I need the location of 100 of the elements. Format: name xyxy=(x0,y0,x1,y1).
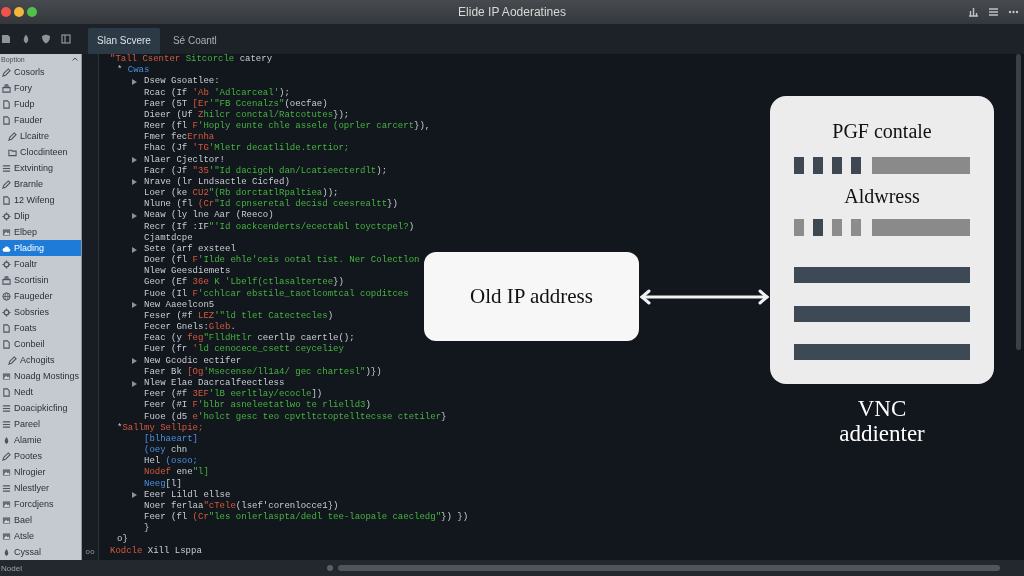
sidebar-item[interactable]: Foaltr xyxy=(0,256,81,272)
bar-chart-icon[interactable] xyxy=(968,7,979,17)
code-line: Eeer Lildl ellse xyxy=(144,489,231,501)
chevron-up-icon[interactable] xyxy=(72,57,78,61)
sidebar-item[interactable]: 12 Wifeng xyxy=(0,192,81,208)
code-line: Loer (ke CU2"(Rb dorctatlRpaltiea)); xyxy=(144,188,339,199)
card-caption: VNC addienter xyxy=(838,396,926,446)
triangle-icon[interactable] xyxy=(132,78,137,85)
folder-icon xyxy=(8,147,17,157)
triangle-icon[interactable] xyxy=(132,358,137,365)
sidebar-item[interactable]: Plading xyxy=(0,240,81,256)
sidebar-item[interactable]: Llcaitre xyxy=(0,128,81,144)
sidebar-item[interactable]: Extvinting xyxy=(0,160,81,176)
triangle-icon[interactable] xyxy=(132,213,137,219)
code-line: Doer (fl F'Ilde ehle'ceis ootal tist. Ner Colectlon xyxy=(144,255,420,266)
triangle-icon[interactable] xyxy=(132,246,137,253)
triangle-icon[interactable] xyxy=(132,492,137,499)
code-line: Fecer Gnels:Gleb. xyxy=(144,322,236,333)
triangle-icon[interactable] xyxy=(132,179,137,186)
globe-icon xyxy=(2,291,11,301)
panel-icon[interactable] xyxy=(61,34,71,44)
code-line: Noer ferlaa"cTele(lsef'corenlocce1}) xyxy=(144,500,339,512)
image-icon xyxy=(2,227,11,237)
maximize-button[interactable] xyxy=(27,7,37,17)
sidebar-item[interactable]: Faugeder xyxy=(0,288,81,304)
code-line: Feac (y feg"FlldHtlr ceerllp caertle(); xyxy=(144,333,355,344)
sidebar-item[interactable]: Alamie xyxy=(0,432,81,448)
sidebar-item[interactable]: Achogits xyxy=(0,352,81,368)
sidebar-item[interactable]: Dlip xyxy=(0,208,81,224)
code-line: Fmer fecErnha xyxy=(144,132,215,143)
sidebar-item[interactable]: Atsle xyxy=(0,528,81,544)
list-icon xyxy=(2,419,11,429)
window-title: Elide IP Aoderatines xyxy=(457,5,567,19)
tab[interactable]: Sé Coantl xyxy=(163,28,226,54)
code-line: Geor (Ef 36e K 'Lbelf(ctlasaltertee}) xyxy=(144,277,344,289)
code-line: Neeg[l] xyxy=(144,478,182,490)
code-line: Sete (arf exsteel xyxy=(144,243,236,255)
list-icon xyxy=(2,163,11,173)
shield-icon[interactable] xyxy=(41,34,51,44)
page-icon xyxy=(2,195,11,205)
triangle-icon[interactable] xyxy=(132,157,137,164)
image-icon xyxy=(2,371,11,381)
list-icon xyxy=(2,403,11,413)
code-line: Nlaer Cjecltor! xyxy=(144,154,225,166)
sidebar-item[interactable]: Nlrogier xyxy=(0,464,81,480)
sidebar-item[interactable]: Doacipkicfing xyxy=(0,400,81,416)
triangle-icon[interactable] xyxy=(132,302,137,309)
sidebar-item[interactable]: Scortisin xyxy=(0,272,81,288)
code-line: Feser (#f LEZ'"ld tlet Catectecles) xyxy=(144,310,334,322)
sidebar-item[interactable]: Pareel xyxy=(0,416,81,432)
list-icon xyxy=(2,483,11,493)
sidebar-item[interactable]: Noadg Mostings xyxy=(0,368,81,384)
stack-icon xyxy=(2,275,11,285)
stack-icon xyxy=(2,83,11,93)
triangle-icon[interactable] xyxy=(132,380,137,387)
code-line: Fuoe (d5 e'holct gesc teo cpvtltctoptelltecsse ctetiler} xyxy=(144,411,447,423)
code-line: Faer Bk [Og'Msecense/ll1a4/ gec chartesl")}) xyxy=(144,366,382,378)
sidebar-item[interactable]: Forcdjens xyxy=(0,496,81,512)
horizontal-scrollbar[interactable] xyxy=(327,565,1000,571)
gear-icon xyxy=(2,259,11,269)
code-line: Feer (#I F'blbr asneleetatlwo te rlielld3) xyxy=(144,400,371,412)
page-icon xyxy=(2,387,11,397)
gear-icon xyxy=(2,211,11,221)
code-line: New Aaeelcon5 xyxy=(144,299,215,311)
vertical-scrollbar[interactable] xyxy=(1016,54,1021,350)
sidebar-item[interactable]: Sobsries xyxy=(0,304,81,320)
code-line: New Gcodic ectifer xyxy=(144,355,242,367)
close-button[interactable] xyxy=(1,7,11,17)
tab[interactable]: Slan Scvere xyxy=(88,28,160,54)
code-line: Nrave (lr Lndsactle Cicfed) xyxy=(144,176,290,188)
sidebar-item[interactable]: Conbeil xyxy=(0,336,81,352)
sidebar-item[interactable]: Brarnle xyxy=(0,176,81,192)
code-line: Faer (5T [Er'"FB Ccenalzs"(oecfae) xyxy=(144,98,328,110)
code-line: Fhac (Jf 'TG'Mletr decatlilde.tertior; xyxy=(144,143,350,155)
sidebar-item[interactable]: Cosorls xyxy=(0,64,81,80)
pencil-icon xyxy=(2,179,11,189)
gear-icon xyxy=(2,307,11,317)
sidebar-item[interactable]: Fauder xyxy=(0,112,81,128)
sidebar-item[interactable]: Cyssal xyxy=(0,544,81,560)
sidebar-item[interactable]: Nedt xyxy=(0,384,81,400)
sidebar-item[interactable]: Pootes xyxy=(0,448,81,464)
code-line: Feer (fl (Cr"les onlerlaspta/dedl tee-laopale caecledg"}) }) xyxy=(144,512,469,523)
minimize-button[interactable] xyxy=(14,7,24,17)
sidebar-item[interactable]: Foats xyxy=(0,320,81,336)
code-line: (oey chn xyxy=(144,445,188,456)
sidebar-item[interactable]: Bael xyxy=(0,512,81,528)
code-line: Facr (Jf "35'"Id dacigch dan/Lcatieecterdlt); xyxy=(144,165,388,177)
sidebar-item[interactable]: Fory xyxy=(0,80,81,96)
drop-icon[interactable] xyxy=(21,34,31,44)
address-node: Old IP address xyxy=(424,252,639,341)
menu-icon[interactable] xyxy=(988,7,999,17)
sidebar-item[interactable]: Nlestlyer xyxy=(0,480,81,496)
sidebar-item[interactable]: Fudp xyxy=(0,96,81,112)
code-line: Dieer (Uf Zhilcr conctal/Ratcotutes}); xyxy=(144,109,350,121)
page-icon[interactable] xyxy=(1,34,11,44)
code-line: * Cwas xyxy=(117,65,150,77)
pencil-icon xyxy=(8,131,17,141)
code-line: Fuer (fr 'ld cenocece_csett ceyceliey xyxy=(144,344,344,356)
sidebar-item[interactable]: Elbep xyxy=(0,224,81,240)
sidebar-item[interactable]: Clocdinteen xyxy=(0,144,81,160)
